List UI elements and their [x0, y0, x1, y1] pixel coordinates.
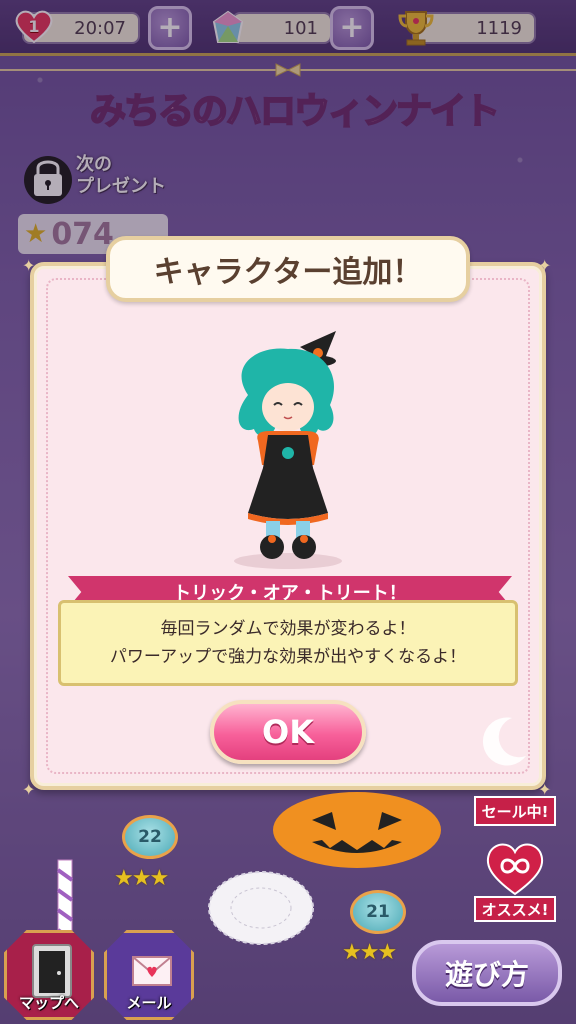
sale-tag[interactable]: セール中!: [474, 796, 556, 826]
how-to-play-button[interactable]: 遊び方: [412, 940, 562, 1006]
mail-button[interactable]: メール: [104, 930, 194, 1020]
recommend-label: オススメ!: [474, 896, 556, 922]
mail-button-label: メール: [126, 994, 172, 1012]
recommend-button[interactable]: オススメ!: [474, 840, 556, 922]
door-icon: [32, 944, 72, 998]
infinity-heart-icon: [486, 843, 544, 896]
modal-title: キャラクター追加！: [106, 236, 470, 302]
pumpkin-icon: [273, 792, 441, 868]
character-illustration: [234, 331, 342, 569]
mail-icon: [132, 956, 172, 986]
level-22-stars: ★★★: [114, 866, 169, 891]
map-button-label: マップへ: [18, 994, 79, 1012]
level-node-22[interactable]: 22: [122, 815, 178, 859]
skill-description-box: 毎回ランダムで効果が変わるよ！ パワーアップで強力な効果が出やすくなるよ！: [58, 600, 518, 686]
level-node-21[interactable]: 21: [350, 890, 406, 934]
corner-star-icon: ✦: [22, 256, 36, 275]
skill-description-line2: パワーアップで強力な効果が出やすくなるよ！: [109, 647, 467, 667]
corner-star-icon: ✦: [538, 256, 552, 275]
level-21-stars: ★★★: [342, 940, 397, 965]
corner-star-icon: ✦: [22, 780, 36, 799]
skill-description-line1: 毎回ランダムで効果が変わるよ！: [160, 619, 416, 639]
ok-button[interactable]: OK: [210, 700, 366, 764]
map-button[interactable]: マップへ: [4, 930, 94, 1020]
moon-icon: [482, 717, 526, 766]
doily-decoration: [208, 871, 314, 945]
